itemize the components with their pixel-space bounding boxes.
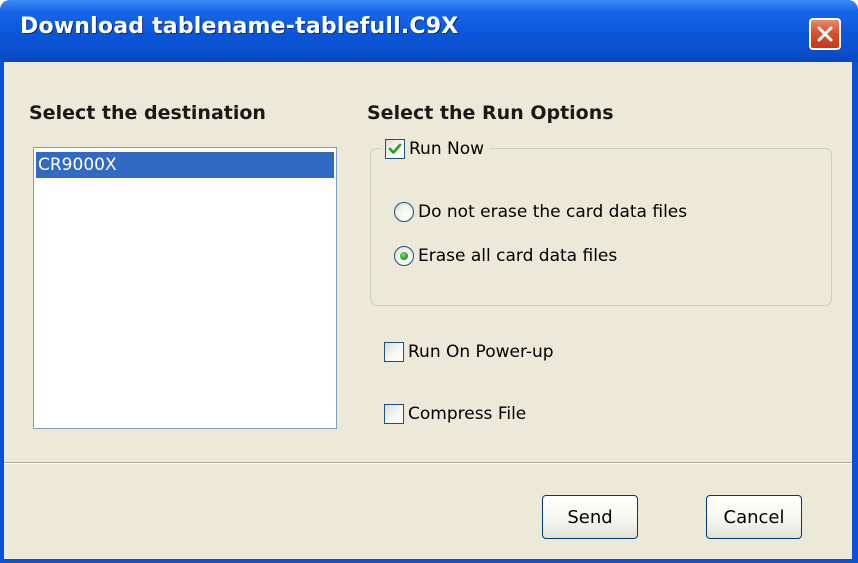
cancel-button[interactable]: Cancel xyxy=(706,495,802,539)
run-now-group xyxy=(370,148,832,306)
window-title: Download tablename-tablefull.C9X xyxy=(20,14,459,39)
compress-file-label: Compress File xyxy=(408,404,527,424)
run-now-checkbox-row[interactable]: Run Now xyxy=(381,135,491,163)
destination-list[interactable]: CR9000X xyxy=(33,147,337,429)
footer-divider xyxy=(4,462,852,464)
destination-heading: Select the destination xyxy=(29,102,266,124)
compress-file-row[interactable]: Compress File xyxy=(384,400,526,428)
dialog-body: Select the destination CR9000X Select th… xyxy=(4,62,852,559)
radio-erase-all[interactable] xyxy=(394,246,414,266)
run-on-power-up-checkbox[interactable] xyxy=(384,342,404,362)
send-button[interactable]: Send xyxy=(542,495,638,539)
close-icon xyxy=(817,26,833,42)
run-now-label: Run Now xyxy=(409,139,485,159)
title-bar[interactable]: Download tablename-tablefull.C9X xyxy=(0,0,858,62)
destination-item-cr9000x[interactable]: CR9000X xyxy=(36,152,334,178)
radio-erase-all-row[interactable]: Erase all card data files xyxy=(394,242,617,270)
radio-do-not-erase[interactable] xyxy=(394,202,414,222)
radio-selected-dot xyxy=(400,252,408,260)
radio-do-not-erase-label: Do not erase the card data files xyxy=(418,202,688,222)
run-now-checkbox[interactable] xyxy=(385,139,405,159)
radio-do-not-erase-row[interactable]: Do not erase the card data files xyxy=(394,198,687,226)
run-on-power-up-label: Run On Power-up xyxy=(408,342,554,362)
radio-erase-all-label: Erase all card data files xyxy=(418,246,618,266)
download-dialog: Download tablename-tablefull.C9X Select … xyxy=(0,0,858,563)
run-options-heading: Select the Run Options xyxy=(367,102,614,124)
compress-file-checkbox[interactable] xyxy=(384,404,404,424)
run-on-power-up-row[interactable]: Run On Power-up xyxy=(384,338,554,366)
checkmark-icon xyxy=(388,143,402,154)
close-button[interactable] xyxy=(809,18,841,50)
